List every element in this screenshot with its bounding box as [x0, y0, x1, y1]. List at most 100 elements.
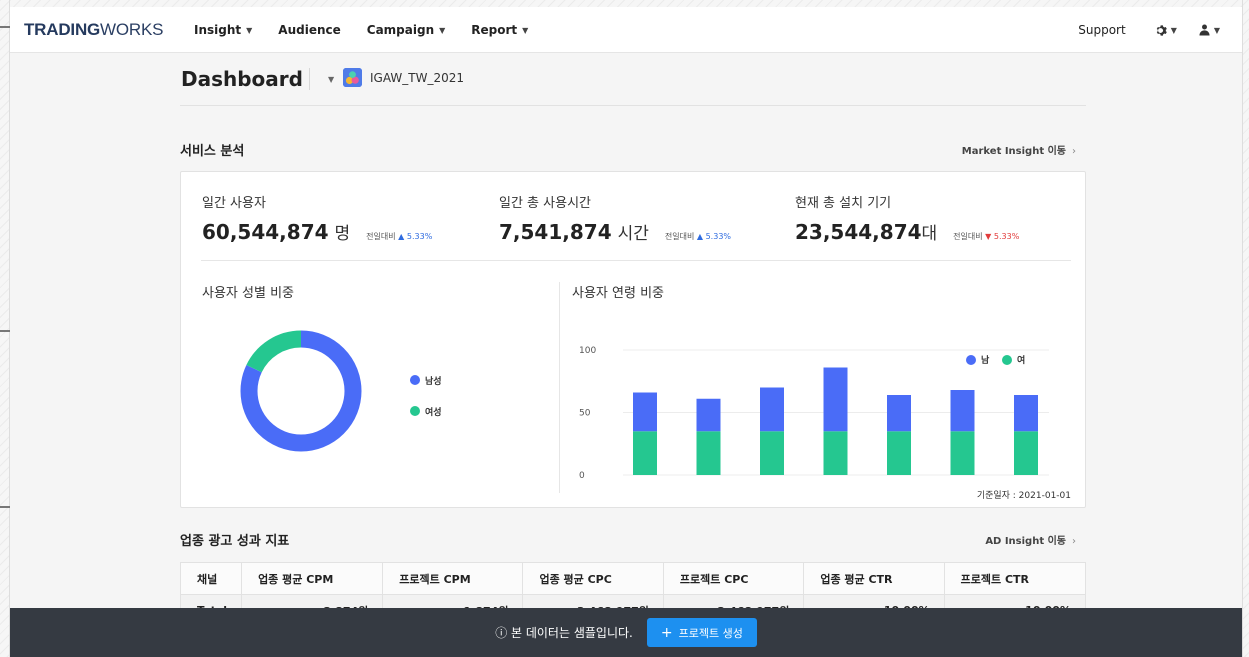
- create-project-button[interactable]: + 프로젝트 생성: [646, 618, 757, 647]
- sample-notice-bar: ⓘ 본 데이터는 샘플입니다. + 프로젝트 생성: [10, 608, 1242, 657]
- stat-unit: 시간: [617, 224, 649, 244]
- stat-label: 일간 사용자: [202, 196, 266, 211]
- stat-installed-devices: 현재 총 설치 기기 23,544,874 대 전일대비 ▼ 5.33%: [795, 192, 1019, 244]
- column-header: 프로젝트 CPM: [382, 562, 524, 595]
- age-bar-chart: 05010010대20대30대40대50대60대6남여: [579, 346, 1049, 481]
- brand-bold-text: TRADING: [24, 20, 101, 39]
- bar-segment: [760, 387, 784, 432]
- project-dropdown-caret-icon[interactable]: ▼: [328, 75, 334, 84]
- change-value: 5.33%: [993, 232, 1020, 241]
- menu-label: Insight: [194, 23, 242, 37]
- bar-segment: [950, 431, 975, 475]
- button-label: 프로젝트 생성: [678, 626, 743, 640]
- legend-label: 여: [1017, 354, 1025, 366]
- service-analysis-card: 일간 사용자 60,544,874 명 전일대비 ▲ 5.33% 일간 총 사용…: [180, 171, 1086, 508]
- legend-label: 남: [981, 354, 990, 366]
- frame-edge-right: [1242, 0, 1249, 657]
- legend-swatch: [1002, 355, 1012, 365]
- column-header: 프로젝트 CPC: [662, 562, 805, 595]
- project-app-icon: [343, 68, 362, 87]
- gender-chart-title: 사용자 성별 비중: [202, 286, 294, 301]
- column-header: 업종 평균 CPC: [522, 562, 664, 595]
- caret-down-icon: ▼: [246, 25, 253, 35]
- table-header-row: 채널 업종 평균 CPM 프로젝트 CPM 업종 평균 CPC 프로젝트 CPC…: [179, 562, 1087, 595]
- arrow-down-icon: ▼: [985, 232, 992, 241]
- y-tick-label: 100: [579, 346, 596, 356]
- service-section-header: 서비스 분석 Market Insight 이동 ›: [180, 140, 1086, 162]
- stat-comparison: 전일대비 ▲ 5.33%: [665, 231, 731, 242]
- legend-swatch: [966, 355, 976, 365]
- frame-tick: [0, 506, 10, 508]
- section-title: 서비스 분석: [180, 144, 245, 159]
- project-selector[interactable]: IGAW_TW_2021: [370, 71, 464, 85]
- chevron-right-icon: ›: [1072, 146, 1076, 157]
- y-tick-label: 0: [579, 471, 585, 481]
- page-title: Dashboard: [181, 67, 303, 91]
- bar-segment: [887, 395, 911, 432]
- brand-light-text: WORKS: [100, 20, 164, 39]
- sample-notice-text: ⓘ 본 데이터는 샘플입니다.: [495, 626, 633, 640]
- user-menu-button[interactable]: ▼: [1199, 24, 1220, 36]
- reference-date: 기준일자 : 2021-01-01: [976, 491, 1071, 501]
- bar-segment: [823, 367, 848, 432]
- bar-segment: [887, 431, 911, 475]
- main-content: Dashboard ▼ IGAW_TW_2021 서비스 분석 Market I…: [179, 53, 1087, 627]
- stat-value: 60,544,874: [202, 220, 329, 244]
- menu-label: Audience: [278, 23, 341, 37]
- stat-unit: 명: [334, 224, 351, 244]
- comparison-label: 전일대비: [953, 232, 983, 241]
- comparison-label: 전일대비: [366, 232, 396, 241]
- bar-segment: [1014, 431, 1038, 475]
- nav-right: Support ▼ ▼: [1078, 23, 1242, 37]
- bar-segment: [696, 398, 721, 432]
- arrow-up-icon: ▲: [696, 232, 704, 241]
- gender-legend-item: 여성: [410, 400, 442, 419]
- menu-report[interactable]: Report ▼: [471, 23, 528, 37]
- age-chart-title: 사용자 연령 비중: [572, 286, 664, 301]
- settings-menu-button[interactable]: ▼: [1154, 24, 1177, 37]
- bar-segment: [696, 431, 721, 475]
- stat-unit: 대: [921, 224, 938, 244]
- stat-value: 23,544,874: [795, 220, 922, 244]
- frame-tick: [0, 330, 10, 332]
- market-insight-link[interactable]: Market Insight 이동 ›: [962, 142, 1076, 157]
- caret-down-icon: ▼: [439, 25, 446, 35]
- menu-audience[interactable]: Audience: [278, 23, 340, 37]
- bar-segment: [760, 431, 784, 475]
- top-navigation: TRADINGWORKS Insight ▼ Audience Campaign ▼…: [10, 7, 1242, 53]
- menu-label: Report: [471, 23, 518, 37]
- gender-donut-chart: [240, 330, 362, 452]
- arrow-up-icon: ▲: [398, 232, 405, 241]
- menu-campaign[interactable]: Campaign ▼: [367, 23, 446, 37]
- legend-male-label: 남성: [425, 377, 442, 387]
- charts-divider: [559, 282, 560, 493]
- user-icon: [1199, 24, 1210, 36]
- brand-logo[interactable]: TRADINGWORKS: [24, 20, 163, 40]
- caret-down-icon: ▼: [1213, 25, 1220, 35]
- stat-value: 7,541,874: [499, 220, 612, 244]
- gear-icon: [1156, 24, 1167, 36]
- legend-female-label: 여성: [425, 408, 442, 418]
- section-title: 업종 광고 성과 지표: [180, 534, 290, 549]
- bar-segment: [1014, 395, 1038, 432]
- bar-segment: [633, 392, 657, 432]
- legend-female-swatch: [410, 406, 420, 416]
- comparison-label: 전일대비: [664, 232, 695, 241]
- main-menu: Insight ▼ Audience Campaign ▼ Report ▼: [194, 23, 528, 37]
- stat-comparison: 전일대비 ▼ 5.33%: [953, 231, 1019, 242]
- ad-insight-link[interactable]: AD Insight 이동 ›: [985, 532, 1076, 547]
- caret-down-icon: ▼: [522, 25, 529, 35]
- support-link[interactable]: Support: [1078, 23, 1125, 37]
- chevron-right-icon: ›: [1072, 536, 1076, 547]
- y-tick-label: 50: [579, 409, 591, 419]
- stat-label: 일간 총 사용시간: [499, 196, 591, 211]
- link-label: AD Insight 이동: [985, 536, 1066, 547]
- link-label: Market Insight 이동: [961, 146, 1066, 157]
- legend-male-swatch: [410, 375, 420, 385]
- menu-insight[interactable]: Insight ▼: [194, 23, 252, 37]
- frame-edge-left: [0, 0, 10, 657]
- stat-comparison: 전일대비 ▲ 5.33%: [366, 231, 432, 242]
- title-divider: [309, 68, 310, 90]
- gender-legend-item: 남성: [410, 369, 442, 388]
- stat-daily-usage-time: 일간 총 사용시간 7,541,874 시간 전일대비 ▲ 5.33%: [499, 192, 731, 244]
